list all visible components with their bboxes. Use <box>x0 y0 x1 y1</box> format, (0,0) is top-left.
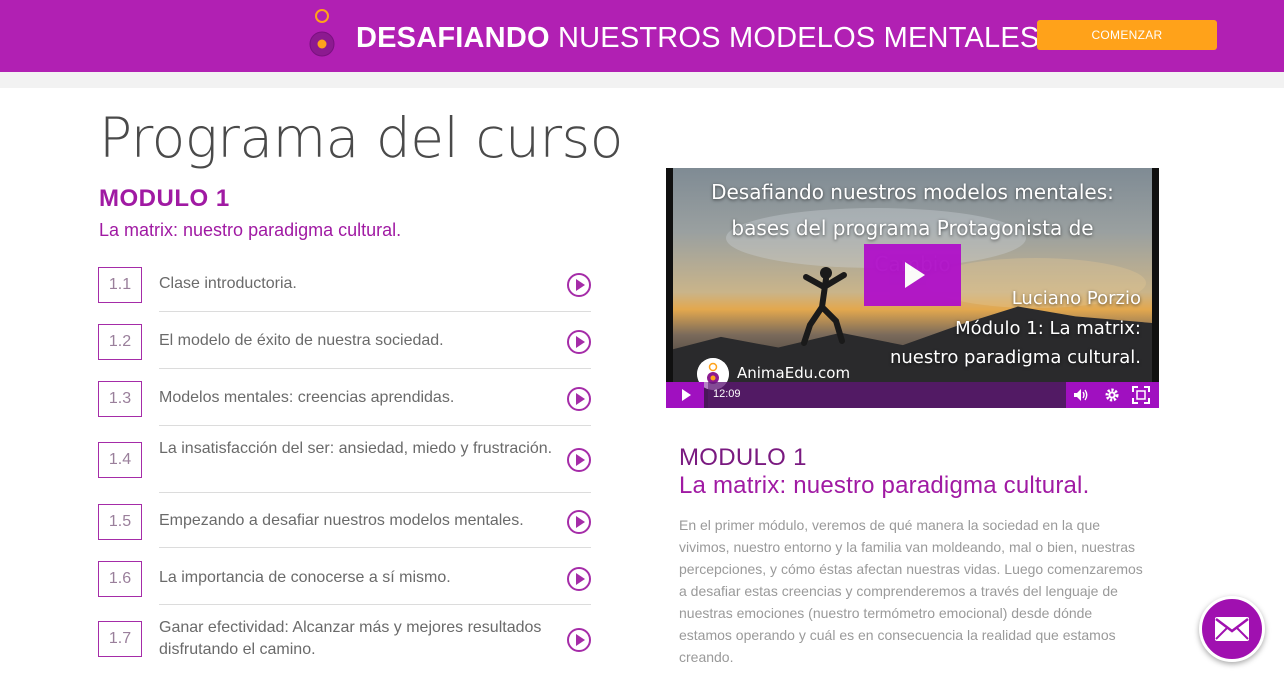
play-circle-icon[interactable] <box>567 273 591 297</box>
lesson-title[interactable]: La insatisfacción del ser: ansiedad, mie… <box>159 438 559 460</box>
play-circle-icon[interactable] <box>567 510 591 534</box>
page-title: Programa del curso <box>99 106 623 170</box>
video-watermark: AnimaEdu.com <box>737 364 851 382</box>
lesson-title[interactable]: Clase introductoria. <box>159 273 559 295</box>
video-module-line: Módulo 1: La matrix: <box>955 318 1141 339</box>
site-title-bold: DESAFIANDO <box>356 22 550 54</box>
divider <box>159 368 591 369</box>
divider <box>159 425 591 426</box>
lesson-title[interactable]: La importancia de conocerse a sí mismo. <box>159 567 559 589</box>
mail-icon <box>1215 617 1249 641</box>
lesson-title[interactable]: Modelos mentales: creencias aprendidas. <box>159 387 559 409</box>
play-icon[interactable] <box>666 382 704 408</box>
play-circle-icon[interactable] <box>567 628 591 652</box>
video-author: Luciano Porzio <box>1011 288 1141 309</box>
jumping-person-figure <box>801 267 847 346</box>
play-circle-icon[interactable] <box>567 448 591 472</box>
detail-module-heading: MODULO 1 <box>679 444 807 471</box>
site-title[interactable]: DESAFIANDO NUESTROS MODELOS MENTALES <box>356 18 1039 58</box>
module-description: En el primer módulo, veremos de qué mane… <box>679 517 1143 665</box>
play-circle-icon[interactable] <box>567 330 591 354</box>
divider <box>159 492 591 493</box>
lesson-title[interactable]: Ganar efectividad: Alcanzar más y mejore… <box>159 617 559 661</box>
video-title-line: bases del programa Protagonista de <box>731 216 1094 240</box>
top-bar: DESAFIANDO NUESTROS MODELOS MENTALES COM… <box>0 0 1284 72</box>
video-title-line: Desafiando nuestros modelos mentales: <box>711 180 1114 204</box>
divider <box>159 311 591 312</box>
lesson-number: 1.1 <box>98 267 142 303</box>
header-shadow-strip <box>0 72 1284 88</box>
video-controls: 12:09 <box>666 382 1159 408</box>
lesson-number: 1.2 <box>98 324 142 360</box>
contact-button[interactable] <box>1199 596 1265 662</box>
site-title-light: NUESTROS MODELOS MENTALES <box>549 22 1040 54</box>
fullscreen-icon[interactable] <box>1132 386 1150 404</box>
settings-icon[interactable] <box>1103 386 1121 404</box>
player-control-group <box>1066 382 1159 408</box>
video-module-line: nuestro paradigma cultural. <box>889 347 1141 368</box>
start-button[interactable]: COMENZAR <box>1037 20 1217 50</box>
divider <box>159 547 591 548</box>
progress-bar[interactable] <box>708 382 1066 408</box>
module-heading: MODULO 1 <box>99 185 230 212</box>
logo-circles-icon <box>309 9 335 57</box>
video-player[interactable]: Desafiando nuestros modelos mentales: ba… <box>666 168 1159 408</box>
volume-icon[interactable] <box>1072 386 1090 404</box>
lesson-number: 1.4 <box>98 442 142 478</box>
module-subtitle: La matrix: nuestro paradigma cultural. <box>99 220 402 240</box>
lesson-number: 1.7 <box>98 621 142 657</box>
play-circle-icon[interactable] <box>567 567 591 591</box>
video-time: 12:09 <box>713 388 741 400</box>
play-circle-icon[interactable] <box>567 387 591 411</box>
lesson-number: 1.5 <box>98 504 142 540</box>
lesson-number: 1.3 <box>98 381 142 417</box>
lesson-number: 1.6 <box>98 561 142 597</box>
lesson-title[interactable]: Empezando a desafiar nuestros modelos me… <box>159 510 559 532</box>
lesson-title[interactable]: El modelo de éxito de nuestra sociedad. <box>159 330 559 352</box>
detail-module-subtitle: La matrix: nuestro paradigma cultural. <box>679 472 1090 499</box>
play-icon[interactable] <box>864 244 961 306</box>
divider <box>159 604 591 605</box>
